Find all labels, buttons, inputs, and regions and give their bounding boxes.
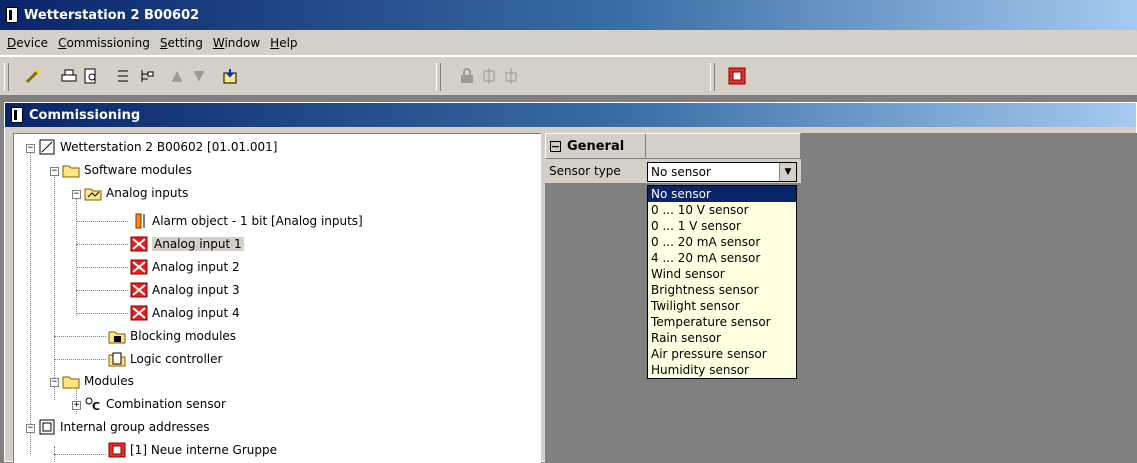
expander-root[interactable]: − <box>26 144 35 153</box>
folder-icon <box>62 373 80 389</box>
print-icon[interactable] <box>58 65 80 87</box>
svg-text:C: C <box>92 400 100 412</box>
analog-input-icon <box>130 282 148 298</box>
expander-modules[interactable]: − <box>50 378 59 387</box>
sensor-type-dropdown: No sensor 0 ... 10 V sensor 0 ... 1 V se… <box>647 185 797 379</box>
tree-node-group-1[interactable]: [1] Neue interne Gruppe <box>108 440 277 460</box>
option-0-1v[interactable]: 0 ... 1 V sensor <box>648 218 796 234</box>
option-no-sensor[interactable]: No sensor <box>648 186 796 202</box>
tree-node-logic-controller[interactable]: Logic controller <box>108 349 222 369</box>
toolbar-grip-2[interactable] <box>436 63 441 91</box>
device-tree[interactable]: − Wetterstation 2 B00602 [01.01.001] − S… <box>13 133 541 463</box>
option-temperature[interactable]: Temperature sensor <box>648 314 796 330</box>
menu-window[interactable]: Window <box>208 36 265 50</box>
option-brightness[interactable]: Brightness sensor <box>648 282 796 298</box>
lock-icon[interactable] <box>456 65 478 87</box>
section-general[interactable]: − General <box>545 133 801 159</box>
option-humidity[interactable]: Humidity sensor <box>648 362 796 378</box>
option-4-20ma[interactable]: 4 ... 20 mA sensor <box>648 250 796 266</box>
section-header[interactable]: − General <box>546 134 646 158</box>
arrow-up-icon[interactable]: ▲ <box>166 65 188 87</box>
preview-icon[interactable] <box>80 65 102 87</box>
wand-icon[interactable] <box>22 65 44 87</box>
option-twilight[interactable]: Twilight sensor <box>648 298 796 314</box>
menu-bar: Device Commissioning Setting Window Help <box>0 30 1137 56</box>
commissioning-window: Commissioning − Wetterstation 2 B00602 [… <box>4 102 1137 463</box>
option-air-pressure[interactable]: Air pressure sensor <box>648 346 796 362</box>
chevron-down-icon[interactable]: ▼ <box>779 163 796 181</box>
tree-node-analog-inputs[interactable]: Analog inputs <box>84 183 188 203</box>
tree-node-analog-input-4[interactable]: Analog input 4 <box>130 303 240 323</box>
analog-input-icon <box>130 236 148 252</box>
tree-node-software-modules[interactable]: Software modules <box>62 160 192 180</box>
tree-icon[interactable] <box>136 65 158 87</box>
analog-input-icon <box>130 259 148 275</box>
option-rain[interactable]: Rain sensor <box>648 330 796 346</box>
unblock-icon[interactable] <box>500 65 522 87</box>
logic-icon <box>108 351 126 367</box>
group-icon[interactable] <box>726 65 748 87</box>
menu-device[interactable]: Device <box>2 36 53 50</box>
toolbar: ▲ ▼ <box>0 56 1137 96</box>
properties-panel: − General Sensor type No sensor ▼ No sen… <box>545 133 1137 463</box>
tree-node-analog-input-3[interactable]: Analog input 3 <box>130 280 240 300</box>
toolbar-grip-3[interactable] <box>710 63 715 91</box>
expander-analog-inputs[interactable]: − <box>72 190 81 199</box>
sensor-type-value: No sensor <box>651 165 711 179</box>
folder-icon <box>62 162 80 178</box>
expander-software-modules[interactable]: − <box>50 167 59 176</box>
collapse-icon[interactable]: − <box>550 140 561 152</box>
block-icon[interactable] <box>478 65 500 87</box>
group-address-icon <box>38 419 56 435</box>
group-icon <box>108 442 126 458</box>
option-0-20ma[interactable]: 0 ... 20 mA sensor <box>648 234 796 250</box>
alarm-object-icon <box>130 213 148 229</box>
commissioning-title: Commissioning <box>29 107 141 123</box>
sensor-type-label: Sensor type <box>549 164 621 178</box>
app-title: Wetterstation 2 B00602 <box>24 7 200 23</box>
analog-input-icon <box>130 305 148 321</box>
tree-node-analog-input-1[interactable]: Analog input 1 <box>130 234 244 254</box>
toolbar-grip[interactable] <box>4 63 9 91</box>
tree-node-internal-group-addresses[interactable]: Internal group addresses <box>38 417 210 437</box>
menu-help[interactable]: Help <box>265 36 302 50</box>
menu-setting[interactable]: Setting <box>155 36 208 50</box>
option-0-10v[interactable]: 0 ... 10 V sensor <box>648 202 796 218</box>
lock-icon <box>108 328 126 344</box>
sensor-type-select[interactable]: No sensor ▼ <box>647 162 797 182</box>
app-title-bar: Wetterstation 2 B00602 <box>0 0 1137 30</box>
import-icon[interactable] <box>220 65 242 87</box>
tree-node-analog-input-2[interactable]: Analog input 2 <box>130 257 240 277</box>
app-icon <box>6 7 18 23</box>
list-icon[interactable] <box>112 65 134 87</box>
property-sensor-type: Sensor type No sensor ▼ <box>545 159 801 183</box>
tree-node-alarm-object[interactable]: Alarm object - 1 bit [Analog inputs] <box>130 211 363 231</box>
section-title: General <box>567 138 625 154</box>
expander-internal-groups[interactable]: − <box>26 424 35 433</box>
device-icon <box>38 139 56 155</box>
tree-node-combination-sensor[interactable]: C Combination sensor <box>84 394 226 414</box>
sensor-icon: C <box>84 396 102 412</box>
menu-commissioning[interactable]: Commissioning <box>53 36 155 50</box>
tree-node-modules[interactable]: Modules <box>62 371 134 391</box>
tree-node-blocking-modules[interactable]: Blocking modules <box>108 326 236 346</box>
window-icon <box>11 107 23 123</box>
analog-folder-icon <box>84 185 102 201</box>
option-wind[interactable]: Wind sensor <box>648 266 796 282</box>
commissioning-title-bar: Commissioning <box>5 103 1136 127</box>
expander-combination-sensor[interactable]: + <box>72 401 81 410</box>
arrow-down-icon[interactable]: ▼ <box>188 65 210 87</box>
tree-node-root[interactable]: Wetterstation 2 B00602 [01.01.001] <box>38 137 278 157</box>
